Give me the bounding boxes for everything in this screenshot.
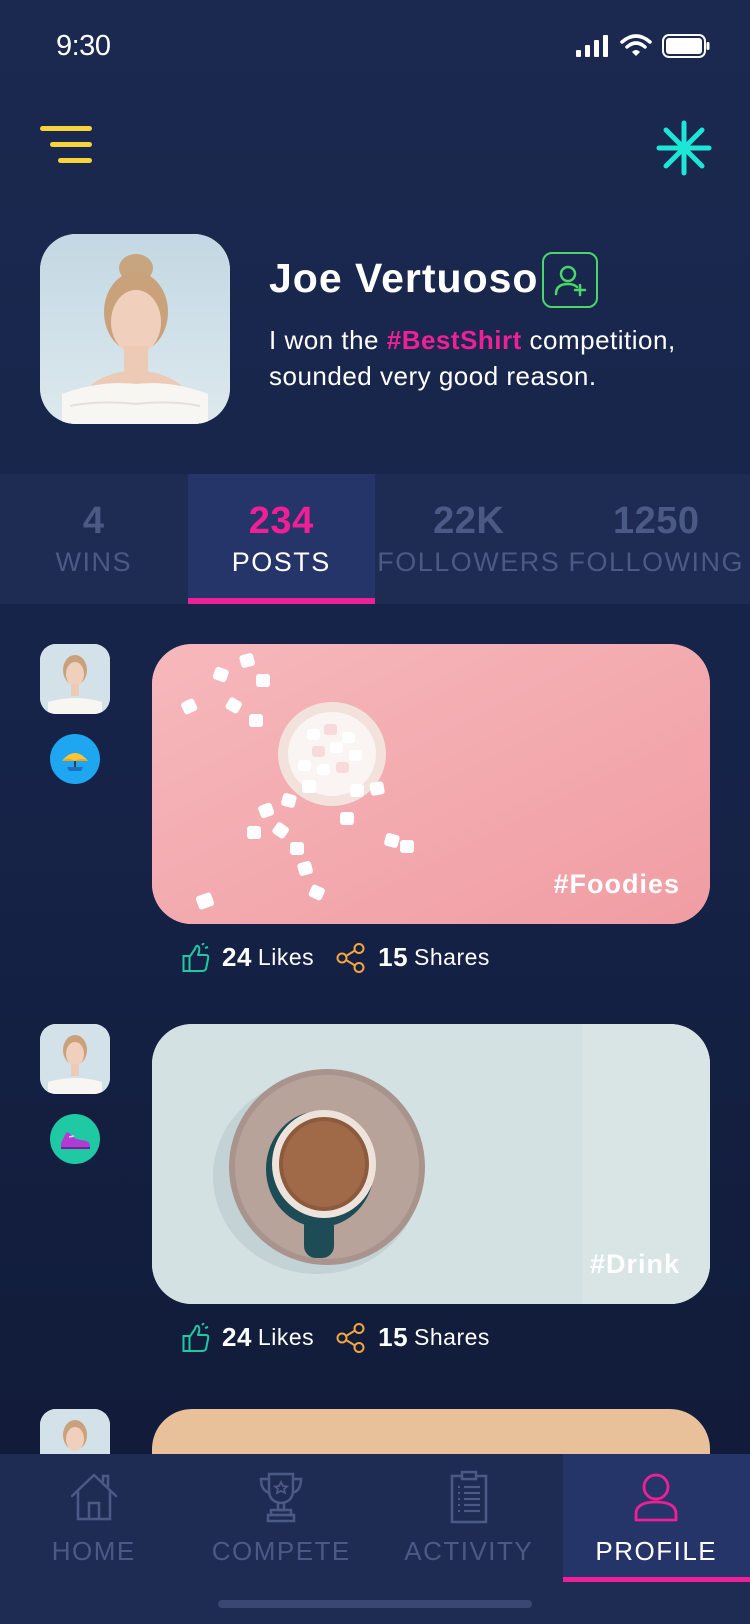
umbrella-icon (62, 753, 88, 771)
profile-bio: I won the #BestShirt competition, sounde… (269, 322, 709, 394)
stat-value: 4 (82, 500, 105, 542)
home-indicator[interactable] (218, 1600, 532, 1608)
stats-tabs: 4 WINS 234 POSTS 22K FOLLOWERS 1250 FOLL… (0, 474, 750, 604)
spark-button[interactable] (656, 120, 712, 176)
post-actions: 24 Likes 15 Shares (182, 1322, 512, 1353)
bottom-nav: HOME COMPETE ACTIVITY PROFILE (0, 1454, 750, 1624)
likes-count: 24 (222, 1322, 252, 1352)
profile-avatar (40, 234, 230, 424)
post-author-avatar[interactable] (40, 1409, 110, 1454)
stat-value: 22K (433, 500, 505, 542)
stat-tab-posts[interactable]: 234 POSTS (187, 474, 375, 604)
nav-label: PROFILE (595, 1536, 718, 1566)
post-author-photo (40, 1409, 110, 1454)
stat-label: POSTS (231, 547, 331, 577)
share-button[interactable]: 15 Shares (336, 1322, 490, 1353)
bio-hashtag-link[interactable]: #BestShirt (387, 325, 522, 355)
post-card (0, 1409, 750, 1454)
stat-tab-wins[interactable]: 4 WINS (0, 474, 188, 604)
shares-count: 15 (378, 1322, 409, 1352)
stat-value: 234 (248, 500, 314, 542)
post-author-avatar[interactable] (40, 644, 110, 714)
likes-label: Likes (257, 944, 315, 970)
status-icons (576, 34, 710, 58)
post-actions: 24 Likes 15 Shares (182, 942, 512, 973)
asterisk-icon (656, 120, 712, 176)
add-friend-button[interactable] (542, 252, 598, 308)
post-hashtag[interactable]: #Drink (590, 1249, 680, 1280)
stat-value: 1250 (612, 500, 700, 542)
nav-label: HOME (51, 1536, 136, 1566)
status-bar: 9:30 (0, 0, 750, 96)
share-button[interactable]: 15 Shares (336, 942, 490, 973)
post-card: #Drink 24 Likes 15 Shares (0, 1024, 750, 1364)
stat-tab-followers[interactable]: 22K FOLLOWERS (375, 474, 563, 604)
shares-count: 15 (378, 942, 409, 972)
nav-item-compete[interactable]: COMPETE (188, 1454, 376, 1582)
status-time: 9:30 (56, 30, 111, 62)
profile-name: Joe Vertuoso (269, 255, 539, 301)
battery-icon (662, 34, 710, 58)
post-author-avatar[interactable] (40, 1024, 110, 1094)
wifi-icon (620, 34, 652, 56)
likes-label: Likes (257, 1324, 315, 1350)
post-image[interactable] (152, 1409, 710, 1454)
likes-count: 24 (222, 942, 252, 972)
thumbs-up-icon (182, 942, 210, 972)
user-icon (634, 1473, 678, 1522)
share-icon (336, 942, 365, 973)
post-card: #Foodies 24 Likes 15 Shares (0, 644, 750, 984)
shares-label: Shares (414, 944, 490, 970)
trophy-icon (259, 1472, 303, 1523)
menu-button[interactable] (38, 126, 94, 166)
shares-label: Shares (414, 1324, 490, 1350)
post-image[interactable]: #Foodies (152, 644, 710, 924)
bio-text: I won the (269, 325, 387, 355)
profile-photo (40, 234, 230, 424)
post-image[interactable]: #Drink (152, 1024, 710, 1304)
nav-item-home[interactable]: HOME (0, 1454, 188, 1582)
like-button[interactable]: 24 Likes (182, 942, 314, 973)
menu-line (58, 158, 92, 163)
nav-label: ACTIVITY (404, 1536, 534, 1566)
share-icon (336, 1322, 365, 1353)
menu-line (50, 142, 92, 147)
post-category-badge (50, 1114, 100, 1164)
post-category-badge (50, 734, 100, 784)
stat-label: FOLLOWING (568, 547, 744, 577)
nav-label: COMPETE (211, 1536, 351, 1566)
post-author-photo (40, 1024, 110, 1094)
post-author-photo (40, 644, 110, 714)
thumbs-up-icon (182, 1322, 210, 1352)
stat-tab-following[interactable]: 1250 FOLLOWING (563, 474, 750, 604)
menu-line (40, 126, 92, 131)
like-button[interactable]: 24 Likes (182, 1322, 314, 1353)
cellular-signal-icon (576, 35, 608, 57)
add-user-icon (554, 265, 587, 297)
clipboard-icon (450, 1470, 487, 1524)
stat-label: FOLLOWERS (377, 547, 561, 577)
nav-item-activity[interactable]: ACTIVITY (375, 1454, 563, 1582)
home-icon (70, 1473, 117, 1521)
stat-label: WINS (55, 547, 132, 577)
sneaker-icon (61, 1132, 90, 1149)
nav-item-profile[interactable]: PROFILE (562, 1454, 750, 1582)
post-hashtag[interactable]: #Foodies (553, 869, 680, 900)
